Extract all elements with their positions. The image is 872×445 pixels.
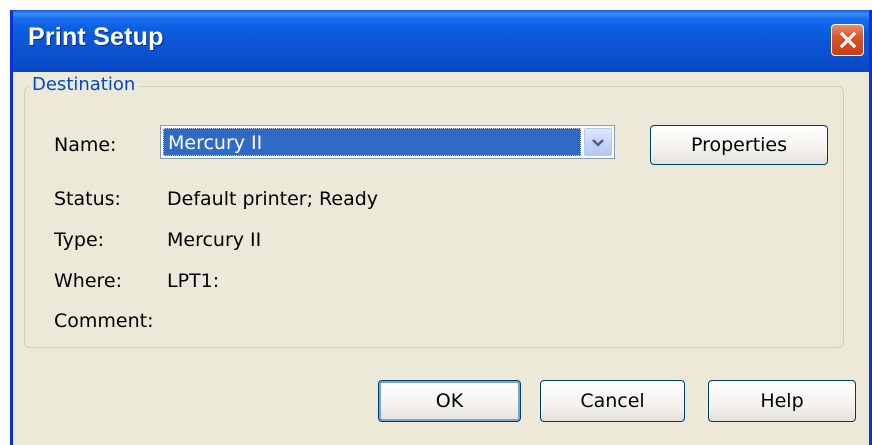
window-title: Print Setup bbox=[28, 23, 164, 51]
printer-dropdown-button[interactable] bbox=[584, 128, 612, 156]
type-label: Type: bbox=[54, 229, 105, 251]
status-label: Status: bbox=[54, 188, 121, 210]
destination-legend: Destination bbox=[28, 74, 140, 95]
help-button[interactable]: Help bbox=[708, 380, 856, 422]
close-icon bbox=[838, 30, 858, 50]
status-value: Default printer; Ready bbox=[167, 188, 379, 210]
where-value: LPT1: bbox=[167, 270, 220, 292]
name-label: Name: bbox=[54, 134, 117, 156]
cancel-button[interactable]: Cancel bbox=[540, 380, 685, 422]
where-label: Where: bbox=[54, 270, 123, 292]
printer-name-value: Mercury II bbox=[163, 128, 581, 156]
title-bar[interactable]: Print Setup bbox=[13, 10, 869, 72]
close-button[interactable] bbox=[831, 24, 864, 56]
chevron-down-icon bbox=[591, 133, 605, 152]
properties-button[interactable]: Properties bbox=[650, 125, 828, 165]
comment-label: Comment: bbox=[54, 310, 154, 332]
type-value: Mercury II bbox=[167, 229, 262, 251]
printer-name-select[interactable]: Mercury II bbox=[160, 125, 615, 159]
ok-button[interactable]: OK bbox=[378, 380, 521, 422]
